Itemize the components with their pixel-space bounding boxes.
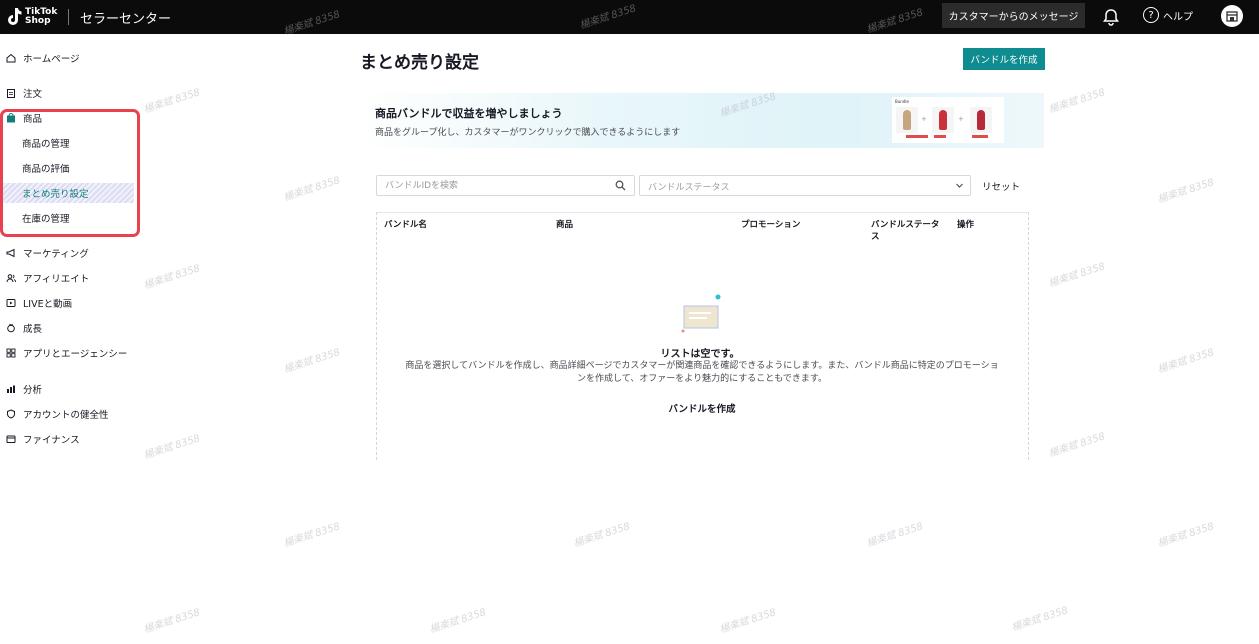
tiktok-logo-icon <box>8 8 22 25</box>
bundle-product-image <box>970 107 992 133</box>
store-avatar[interactable] <box>1221 5 1243 27</box>
help-button[interactable]: ? ヘルプ <box>1143 7 1193 23</box>
search-icon[interactable] <box>615 180 626 191</box>
watermark: 楊楽斌 8358 <box>428 607 488 636</box>
watermark: 楊楽斌 8358 <box>1156 521 1216 550</box>
status-select-placeholder: バンドルステータス <box>648 183 730 193</box>
bundle-illustration-label: Bundle <box>895 99 909 104</box>
sidebar-item-growth[interactable]: 成長 <box>6 320 42 336</box>
sidebar-item-label: マーケティング <box>23 249 89 260</box>
growth-icon <box>7 323 15 333</box>
sidebar: ホームページ 注文 商品 商品の管理 商品の評価 まとめ売り設定 在庫の管理 マ… <box>0 34 140 644</box>
search-input[interactable] <box>377 176 607 195</box>
home-icon <box>6 53 16 63</box>
watermark: 楊楽斌 8358 <box>865 521 925 550</box>
column-header-products[interactable]: 商品 <box>556 219 573 231</box>
sidebar-item-label: ホームページ <box>23 54 80 65</box>
column-header-promotion[interactable]: プロモーション <box>741 219 800 231</box>
bundle-status-select[interactable]: バンドルステータス <box>639 175 971 196</box>
watermark: 楊楽斌 8358 <box>1156 177 1216 206</box>
empty-box-icon <box>681 294 721 333</box>
column-header-bundle-status[interactable]: バンドルステータ ス <box>871 219 939 243</box>
customer-messages-button[interactable]: カスタマーからのメッセージ <box>942 3 1085 28</box>
chevron-down-icon <box>956 183 963 188</box>
price-tag <box>972 135 988 138</box>
empty-state-create-bundle-button[interactable]: バンドルを作成 <box>664 400 740 416</box>
bell-icon[interactable] <box>1102 8 1120 26</box>
sidebar-item-account-health[interactable]: アカウントの健全性 <box>6 406 109 422</box>
watermark: 楊楽斌 8358 <box>1047 431 1107 460</box>
bundle-table: バンドル名 商品 プロモーション バンドルステータ ス 操作 <box>376 212 1029 460</box>
column-header-actions[interactable]: 操作 <box>957 219 974 231</box>
watermark: 楊楽斌 8358 <box>142 263 202 292</box>
sidebar-item-marketing[interactable]: マーケティング <box>6 245 89 261</box>
clipboard-icon <box>7 89 15 98</box>
logo-text: TikTok Shop <box>25 7 58 26</box>
sidebar-item-apps-agencies[interactable]: アプリとエージェンシー <box>6 345 127 361</box>
tiktok-shop-logo[interactable]: TikTok Shop <box>6 4 62 30</box>
watermark: 楊楽斌 8358 <box>1047 261 1107 290</box>
sidebar-item-affiliate[interactable]: アフィリエイト <box>6 270 89 286</box>
column-header-bundle-name[interactable]: バンドル名 <box>384 219 427 231</box>
sidebar-item-finance[interactable]: ファイナンス <box>6 431 80 447</box>
sidebar-item-label: 成長 <box>23 324 43 335</box>
sidebar-item-live-video[interactable]: LIVEと動画 <box>6 295 72 311</box>
sidebar-item-orders[interactable]: 注文 <box>6 85 42 101</box>
chart-icon <box>7 385 15 393</box>
app-title: セラーセンター <box>80 12 172 27</box>
empty-state-description: 商品を選択してバンドルを作成し、商品詳細ページでカスタマーが関連商品を確認できる… <box>405 361 999 384</box>
page-title: まとめ売り設定 <box>360 53 479 73</box>
empty-state-title: リストは空です。 <box>660 349 740 360</box>
watermark: 楊楽斌 8358 <box>718 607 778 636</box>
sidebar-item-analytics[interactable]: 分析 <box>6 381 42 397</box>
apps-icon <box>6 348 16 358</box>
plus-icon: + <box>958 115 964 123</box>
sidebar-item-label: アプリとエージェンシー <box>23 349 128 360</box>
sidebar-item-label: 分析 <box>23 385 43 396</box>
sidebar-item-label: 注文 <box>23 89 43 100</box>
price-tag <box>934 135 946 138</box>
annotation-highlight-box <box>0 109 140 237</box>
watermark: 楊楽斌 8358 <box>1156 347 1216 376</box>
banner-title: 商品バンドルで収益を増やしましょう <box>375 107 563 120</box>
bundle-illustration: Bundle + + <box>892 97 1004 143</box>
sidebar-item-label: アカウントの健全性 <box>23 410 109 421</box>
sidebar-item-label: アフィリエイト <box>23 274 90 285</box>
plus-icon: + <box>921 115 927 123</box>
wallet-icon <box>6 435 16 443</box>
watermark: 楊楽斌 8358 <box>1010 605 1070 634</box>
watermark: 楊楽斌 8358 <box>1047 87 1107 116</box>
shield-icon <box>7 409 15 419</box>
watermark: 楊楽斌 8358 <box>282 175 342 204</box>
users-icon <box>6 274 16 283</box>
help-label: ヘルプ <box>1163 11 1193 23</box>
bundle-id-search[interactable] <box>376 175 635 196</box>
question-icon: ? <box>1143 7 1159 23</box>
reset-button[interactable]: リセット <box>976 175 1026 196</box>
create-bundle-button[interactable]: バンドルを作成 <box>963 48 1045 70</box>
promo-banner: 商品バンドルで収益を増やしましょう 商品をグループ化し、カスタマーがワンクリック… <box>360 93 1044 148</box>
sidebar-item-label: LIVEと動画 <box>23 299 73 310</box>
bundle-product-image <box>896 107 918 133</box>
watermark: 楊楽斌 8358 <box>282 521 342 550</box>
megaphone-icon <box>6 248 15 258</box>
store-icon <box>1226 11 1238 22</box>
sidebar-item-label: ファイナンス <box>23 435 80 446</box>
watermark: 楊楽斌 8358 <box>282 347 342 376</box>
banner-subtitle: 商品をグループ化し、カスタマーがワンクリックで購入できるようにします <box>375 128 681 138</box>
watermark: 楊楽斌 8358 <box>142 607 202 636</box>
watermark: 楊楽斌 8358 <box>142 433 202 462</box>
header-divider <box>68 9 69 25</box>
price-tag <box>906 135 928 138</box>
bundle-product-image <box>932 107 954 133</box>
table-top-divider <box>377 212 1028 213</box>
watermark: 楊楽斌 8358 <box>142 87 202 116</box>
video-icon <box>6 299 16 307</box>
sidebar-item-home[interactable]: ホームページ <box>6 50 80 66</box>
watermark: 楊楽斌 8358 <box>572 521 632 550</box>
